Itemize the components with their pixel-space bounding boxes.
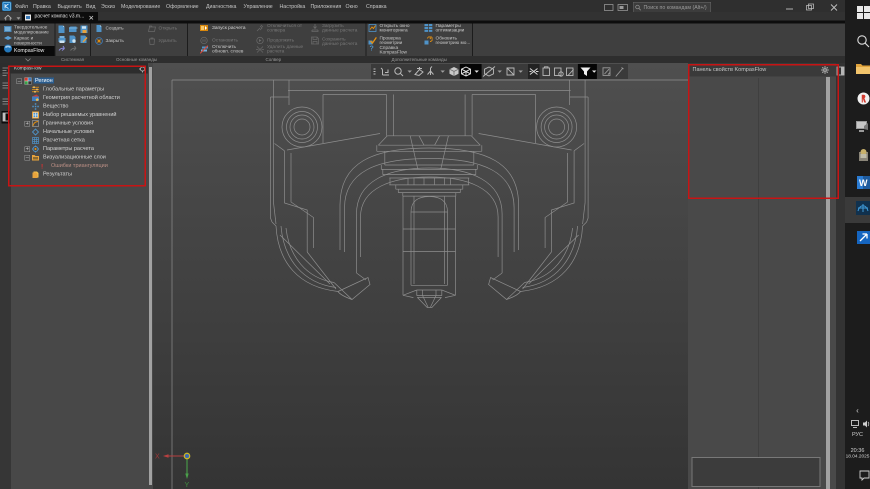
svg-text:X: X — [155, 454, 160, 461]
svg-text:W: W — [859, 178, 868, 188]
svg-text:Y: Y — [185, 482, 190, 489]
